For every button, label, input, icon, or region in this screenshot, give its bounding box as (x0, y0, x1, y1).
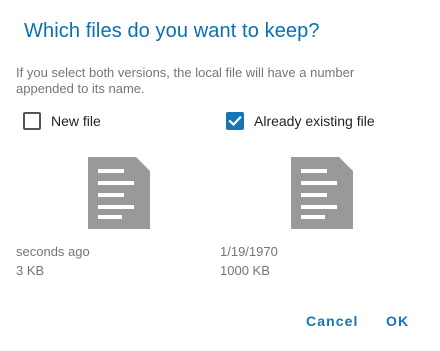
new-file-meta: seconds ago 3 KB (16, 242, 90, 280)
existing-file-time: 1/19/1970 (220, 244, 278, 259)
existing-file-option[interactable]: Already existing file (226, 111, 375, 131)
existing-file-meta: 1/19/1970 1000 KB (220, 242, 278, 280)
document-icon (88, 157, 150, 229)
existing-file-checkbox[interactable] (226, 112, 244, 130)
existing-file-label: Already existing file (254, 113, 375, 129)
new-file-label: New file (51, 113, 101, 129)
checkmark-icon (228, 115, 242, 127)
dialog-title: Which files do you want to keep? (24, 20, 320, 42)
document-icon (291, 157, 353, 229)
existing-file-size: 1000 KB (220, 263, 270, 278)
cancel-button[interactable]: Cancel (306, 313, 359, 329)
file-conflict-dialog: Which files do you want to keep? If you … (0, 0, 440, 351)
new-file-checkbox[interactable] (23, 112, 41, 130)
ok-button[interactable]: OK (386, 313, 409, 329)
new-file-size: 3 KB (16, 263, 45, 278)
dialog-description: If you select both versions, the local f… (16, 65, 355, 96)
new-file-time: seconds ago (16, 244, 90, 259)
new-file-option[interactable]: New file (23, 111, 101, 131)
